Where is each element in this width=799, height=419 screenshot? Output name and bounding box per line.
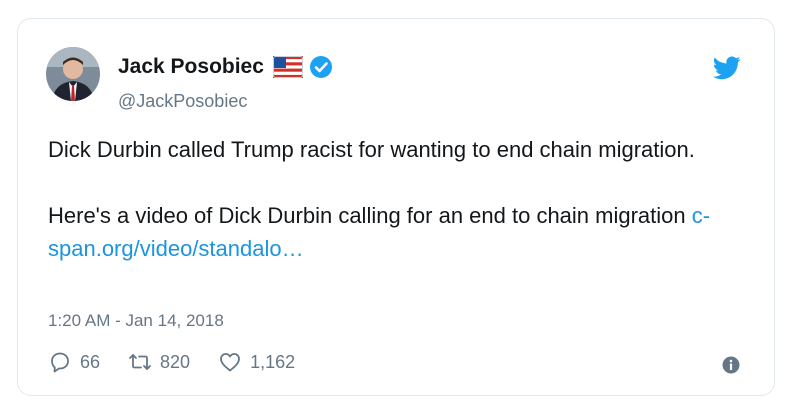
tweet-paragraph-text: Here's a video of Dick Durbin calling fo… (48, 203, 686, 228)
retweet-count: 820 (160, 351, 191, 372)
reply-button[interactable]: 66 (48, 350, 100, 374)
reply-icon (51, 352, 69, 373)
like-count: 1,162 (250, 351, 296, 372)
avatar[interactable] (46, 47, 100, 101)
reply-count: 66 (80, 351, 101, 372)
twitter-bird-icon[interactable] (713, 56, 741, 80)
info-icon[interactable] (722, 356, 740, 374)
tweet-timestamp[interactable]: 1:20 AM - Jan 14, 2018 (48, 311, 224, 331)
retweet-button[interactable]: 820 (128, 350, 190, 374)
display-name[interactable]: Jack Posobiec (118, 55, 264, 79)
tweet-paragraph: Dick Durbin called Trump racist for want… (48, 137, 695, 162)
retweet-icon (129, 354, 151, 370)
us-flag-icon (264, 56, 303, 78)
heart-icon (220, 353, 240, 372)
user-handle[interactable]: @JackPosobiec (118, 91, 247, 112)
tweet-paragraph-with-link: Here's a video of Dick Durbin calling fo… (48, 199, 748, 265)
action-bar: 66 820 1,162 (48, 350, 323, 374)
tweet-text: Dick Durbin called Trump racist for want… (48, 133, 748, 265)
verified-badge-icon (303, 55, 333, 79)
tweet-card: Jack Posobiec @JackPosobiec Dick Durbin … (17, 18, 775, 396)
name-row: Jack Posobiec (118, 55, 333, 79)
like-button[interactable]: 1,162 (218, 350, 295, 374)
